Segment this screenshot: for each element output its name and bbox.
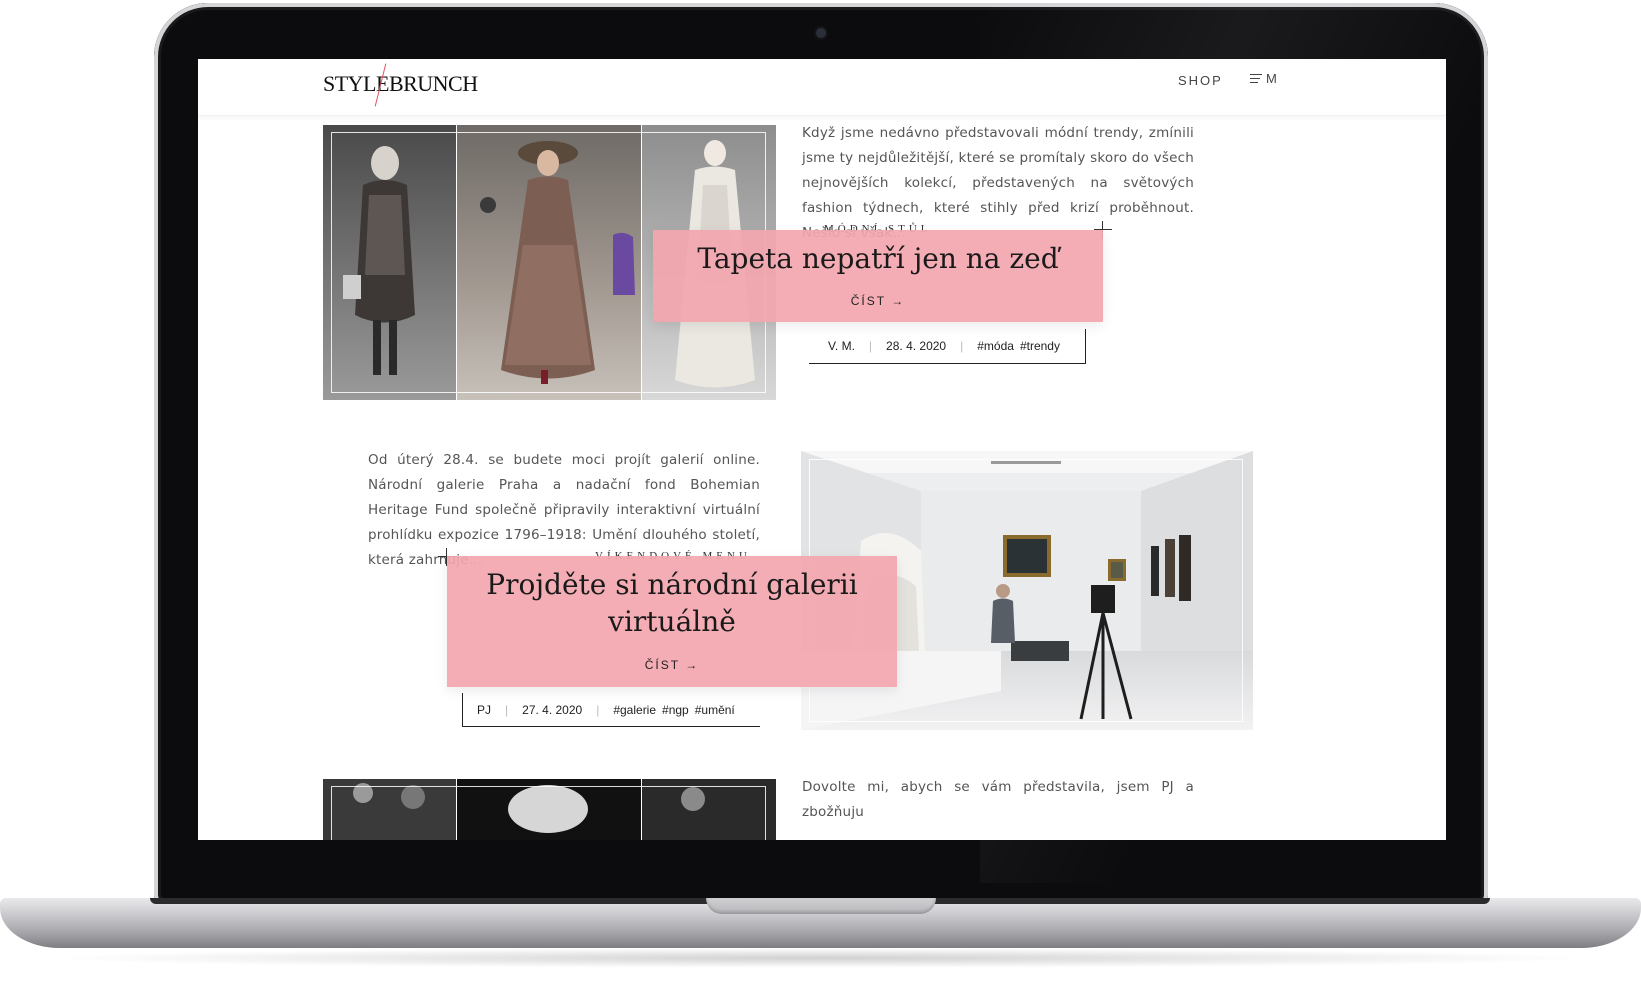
browser-viewport: STYLEBRUNCH SHOP M Když jsme nedávno pře… [198, 59, 1446, 840]
article-1-tag[interactable]: #móda [977, 339, 1014, 353]
site-header: STYLEBRUNCH SHOP M [198, 59, 1446, 116]
article-2-read-link[interactable]: ČÍST → [447, 658, 897, 672]
article-3-excerpt: Dovolte mi, abych se vám představila, js… [802, 779, 1194, 820]
article-2-meta: PJ | 27. 4. 2020 | #galerie #ngp #umění [462, 693, 760, 727]
nav-shop-link[interactable]: SHOP [1178, 73, 1223, 88]
laptop-notch [706, 898, 936, 914]
article-2-tag[interactable]: #umění [695, 703, 735, 717]
article-1-author[interactable]: V. M. [828, 339, 855, 353]
article-3-image[interactable] [323, 779, 776, 840]
site-logo[interactable]: STYLEBRUNCH [323, 71, 478, 97]
article-1-date: 28. 4. 2020 [886, 339, 947, 353]
meta-separator: | [960, 339, 964, 353]
article-2-date: 27. 4. 2020 [522, 702, 583, 717]
nav-menu-label: M [1266, 71, 1277, 86]
article-2-author[interactable]: PJ [477, 703, 491, 717]
article-2-tag[interactable]: #galerie [613, 703, 656, 717]
article-3-photo [323, 779, 776, 840]
hamburger-icon [1250, 74, 1262, 83]
article-1-tag[interactable]: #trendy [1020, 339, 1060, 353]
article-2-title[interactable]: Projděte si národní galerii virtuálně [447, 566, 897, 640]
nav-menu-button[interactable]: M [1250, 71, 1277, 86]
webcam [816, 28, 826, 38]
article-1-title[interactable]: Tapeta nepatří jen na zeď [653, 240, 1103, 277]
article-2-tag[interactable]: #ngp [662, 703, 689, 717]
meta-separator: | [596, 702, 600, 717]
meta-separator: | [868, 339, 873, 353]
article-1-card[interactable]: Tapeta nepatří jen na zeď ČÍST → [653, 230, 1103, 322]
article-1-read-link[interactable]: ČÍST → [653, 294, 1103, 308]
laptop-shadow [40, 948, 1600, 968]
article-1-meta: V. M. | 28. 4. 2020 | #móda #trendy [809, 329, 1086, 364]
article-2-card[interactable]: Projděte si národní galerii virtuálně ČÍ… [447, 556, 897, 687]
meta-separator: | [505, 702, 509, 717]
